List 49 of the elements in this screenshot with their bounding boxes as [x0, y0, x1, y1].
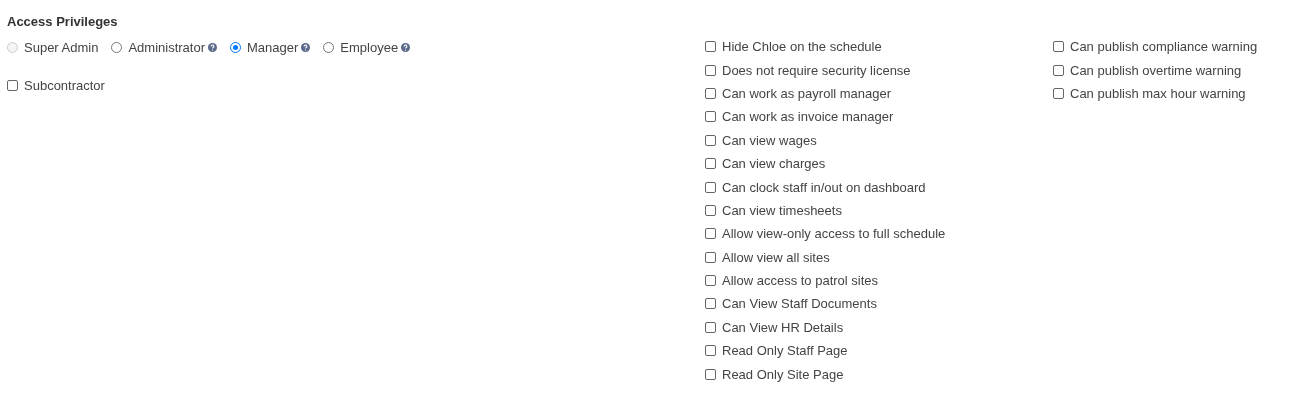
checkbox-label: Allow view all sites: [722, 249, 830, 265]
checkbox[interactable]: [1053, 64, 1064, 76]
checkbox-label: Can view wages: [722, 132, 817, 148]
checkbox-label: Hide Chloe on the schedule: [722, 39, 882, 55]
checkbox[interactable]: [705, 251, 716, 263]
section-title: Access Privileges: [7, 13, 119, 31]
help-icon[interactable]: [301, 42, 311, 52]
checkbox[interactable]: [705, 111, 716, 123]
checkbox[interactable]: [1053, 41, 1064, 53]
checkbox-label: Can publish compliance warning: [1070, 39, 1258, 55]
checkbox-label: Subcontractor: [24, 78, 105, 94]
checkbox[interactable]: [7, 80, 18, 92]
checkbox-label: Can View HR Details: [722, 319, 844, 335]
checkbox[interactable]: [1053, 87, 1064, 99]
checkbox-label: Allow access to patrol sites: [722, 273, 879, 289]
checkbox-label: Can View Staff Documents: [722, 296, 877, 312]
radio-label: Administrator: [128, 39, 205, 55]
radio-button[interactable]: [230, 41, 241, 53]
checkbox[interactable]: [705, 134, 716, 146]
radio-label: Employee: [340, 39, 399, 55]
checkbox[interactable]: [705, 181, 716, 193]
checkbox[interactable]: [705, 41, 716, 53]
checkbox[interactable]: [705, 158, 716, 170]
checkbox-label: Can work as invoice manager: [722, 109, 894, 125]
radio-label: Super Admin: [24, 39, 99, 55]
checkbox-label: Can view timesheets: [722, 202, 842, 218]
checkbox[interactable]: [705, 228, 716, 240]
help-icon[interactable]: [401, 42, 411, 52]
checkbox-label: Can publish overtime warning: [1070, 62, 1242, 78]
radio-button[interactable]: [111, 41, 123, 53]
checkbox[interactable]: [705, 345, 716, 357]
checkbox-label: Can publish max hour warning: [1070, 85, 1246, 101]
checkbox[interactable]: [705, 204, 716, 216]
checkbox-label: Read Only Site Page: [722, 366, 844, 382]
checkbox[interactable]: [705, 64, 716, 76]
radio-label: Manager: [247, 39, 299, 55]
help-icon[interactable]: [208, 42, 217, 52]
radio-button[interactable]: [323, 41, 335, 53]
checkbox-label: Does not require security license: [722, 62, 911, 78]
checkbox[interactable]: [705, 368, 716, 380]
checkbox-label: Can clock staff in/out on dashboard: [722, 179, 926, 195]
checkbox[interactable]: [705, 321, 716, 333]
checkbox[interactable]: [705, 298, 716, 310]
checkbox[interactable]: [705, 87, 716, 99]
checkbox-label: Allow view-only access to full schedule: [722, 226, 946, 242]
checkbox-label: Can view charges: [722, 156, 826, 172]
checkbox[interactable]: [705, 275, 716, 287]
checkbox-label: Can work as payroll manager: [722, 85, 892, 101]
checkbox-label: Read Only Staff Page: [722, 343, 848, 359]
